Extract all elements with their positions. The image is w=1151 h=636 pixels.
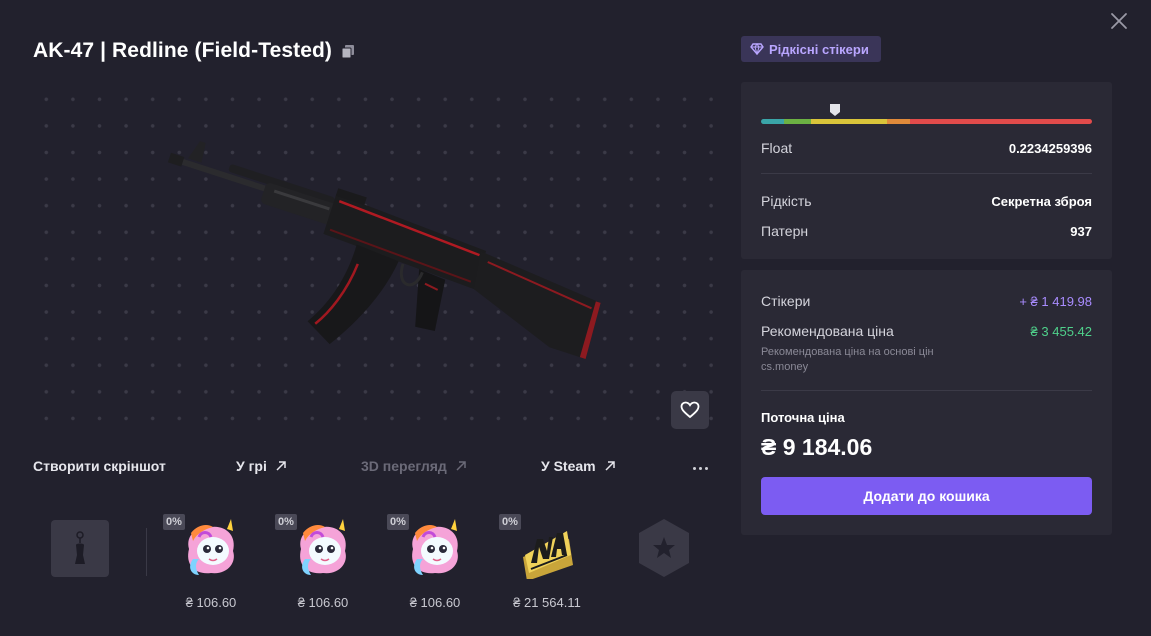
rarity-value: Секретна зброя [991, 193, 1092, 209]
charm-slot[interactable] [51, 520, 109, 577]
screenshot-button[interactable]: Створити скріншот [33, 458, 166, 474]
stickers-row: 0% ₴ 106.60 0% ₴ 106.60 0% ₴ 106.60 0% ₴… [33, 510, 713, 620]
float-segment-bs [909, 119, 1092, 124]
float-segment-ft [810, 119, 887, 124]
rifle-image [167, 141, 601, 359]
float-scale [761, 119, 1092, 124]
sticker-slot[interactable]: 0% ₴ 21 564.11 [499, 513, 595, 613]
action-bar: Створити скріншот У грі 3D перегляд У St… [33, 458, 713, 478]
screenshot-label: Створити скріншот [33, 458, 166, 474]
dot [698, 466, 702, 470]
sticker-slot[interactable]: 0% ₴ 106.60 [387, 513, 483, 613]
steam-link[interactable]: У Steam [541, 458, 616, 474]
navi-sticker-icon [523, 531, 573, 579]
pattern-row: Патерн 937 [761, 223, 1092, 239]
external-link-icon [456, 461, 466, 471]
recommended-price-row: Рекомендована ціна ₴ 3 455.42 [761, 323, 1092, 339]
dot [704, 466, 708, 470]
rare-stickers-badge[interactable]: Рідкісні стікери [741, 36, 881, 62]
item-title: AK-47 | Redline (Field-Tested) [33, 39, 333, 62]
float-row: Float 0.2234259396 [761, 140, 1092, 156]
recommended-price-value: ₴ 3 455.42 [1030, 323, 1092, 339]
more-options-button[interactable] [688, 458, 712, 478]
diamond-icon [750, 43, 764, 55]
rare-stickers-label: Рідкісні стікери [769, 41, 869, 57]
sticker-price: ₴ 106.60 [185, 595, 237, 610]
3d-view-link[interactable]: 3D перегляд [361, 458, 467, 474]
charm-icon [75, 530, 85, 564]
3d-view-label: 3D перегляд [361, 458, 447, 474]
float-marker-icon [829, 104, 840, 116]
float-value: 0.2234259396 [1008, 140, 1092, 156]
copy-icon[interactable] [340, 43, 356, 59]
divider [761, 173, 1092, 174]
rarity-row: Рідкість Секретна зброя [761, 193, 1092, 209]
float-segment-mw [784, 119, 811, 124]
stickers-price-value: + ₴ 1 419.98 [1019, 293, 1092, 309]
empty-sticker-slot[interactable] [636, 517, 692, 579]
float-segment-fn [761, 119, 785, 124]
float-label: Float [761, 140, 793, 156]
sticker-slot[interactable]: 0% ₴ 106.60 [163, 513, 259, 613]
unicorn-sticker-icon [412, 519, 458, 575]
pattern-label: Патерн [761, 223, 809, 239]
close-icon [1111, 13, 1127, 29]
recommended-price-note: Рекомендована ціна на основі цін cs.mone… [761, 346, 934, 373]
in-game-label: У грі [236, 458, 267, 474]
dot [692, 466, 696, 470]
divider [761, 390, 1092, 391]
recommended-price-label: Рекомендована ціна [761, 323, 894, 339]
unicorn-sticker-icon [188, 519, 234, 575]
in-game-link[interactable]: У грі [236, 458, 287, 474]
sticker-price: ₴ 106.60 [297, 595, 349, 610]
sticker-price: ₴ 106.60 [409, 595, 461, 610]
divider [146, 528, 147, 576]
stickers-price-row: Стікери + ₴ 1 419.98 [761, 293, 1092, 309]
title-row: AK-47 | Redline (Field-Tested) [33, 38, 356, 64]
stickers-price-label: Стікери [761, 293, 811, 309]
sticker-slot[interactable]: 0% ₴ 106.60 [275, 513, 371, 613]
close-button[interactable] [1106, 8, 1132, 34]
pattern-value: 937 [1070, 223, 1092, 239]
pricing-panel: Стікери + ₴ 1 419.98 Рекомендована ціна … [741, 270, 1112, 535]
heart-icon [680, 401, 700, 419]
item-details-panel: Float 0.2234259396 Рідкість Секретна збр… [741, 82, 1112, 259]
favorite-button[interactable] [671, 391, 709, 429]
rarity-label: Рідкість [761, 193, 812, 209]
current-price-value: ₴ 9 184.06 [761, 434, 873, 460]
steam-label: У Steam [541, 458, 596, 474]
unicorn-sticker-icon [300, 519, 346, 575]
current-price-label: Поточна ціна [761, 410, 845, 425]
sticker-price: ₴ 21 564.11 [513, 595, 581, 610]
external-link-icon [276, 461, 286, 471]
float-segment-ww [886, 119, 910, 124]
add-to-cart-button[interactable]: Додати до кошика [761, 477, 1092, 515]
item-viewer [33, 80, 713, 438]
external-link-icon [605, 461, 615, 471]
